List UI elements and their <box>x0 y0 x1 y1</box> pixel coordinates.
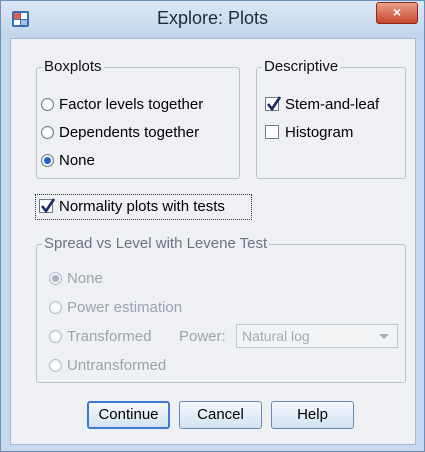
radio-label: Dependents together <box>59 123 200 141</box>
title-bar[interactable]: Explore: Plots × <box>1 1 424 37</box>
checkbox-normality-plots[interactable]: Normality plots with tests <box>39 195 225 217</box>
checkmark-icon <box>266 96 282 112</box>
checkbox-histogram[interactable]: Histogram <box>265 121 353 143</box>
checkbox-label: Normality plots with tests <box>59 197 225 215</box>
radio-label: None <box>59 151 95 169</box>
dialog-body: Boxplots Factor levels together Dependen… <box>10 38 416 445</box>
checkbox-label: Histogram <box>285 123 354 141</box>
continue-button[interactable]: Continue <box>87 401 170 429</box>
radio-selected-dot <box>52 274 59 282</box>
radio-none-boxplots[interactable]: None <box>41 149 95 171</box>
power-select-value: Natural log <box>242 328 310 344</box>
help-button[interactable]: Help <box>271 401 354 429</box>
close-icon: × <box>392 4 402 20</box>
radio-circle[interactable] <box>41 125 54 139</box>
checkbox-box[interactable] <box>265 96 282 112</box>
radio-label: Untransformed <box>67 356 167 374</box>
radio-selected-dot <box>44 156 51 164</box>
radio-circle-selected[interactable] <box>49 271 62 285</box>
descriptive-legend: Descriptive <box>262 58 341 75</box>
radio-circle[interactable] <box>49 329 62 343</box>
radio-spread-none[interactable]: None <box>49 267 103 289</box>
radio-circle[interactable] <box>41 97 54 111</box>
radio-dependents-together[interactable]: Dependents together <box>41 121 199 143</box>
cancel-button[interactable]: Cancel <box>179 401 262 429</box>
radio-label: Power estimation <box>67 298 183 316</box>
radio-circle-selected[interactable] <box>41 153 54 167</box>
checkbox-stem-and-leaf[interactable]: Stem-and-leaf <box>265 93 379 115</box>
chevron-down-icon <box>379 334 389 339</box>
boxplots-legend: Boxplots <box>42 58 104 75</box>
checkbox-box[interactable] <box>39 198 56 214</box>
checkbox-box[interactable] <box>265 125 279 139</box>
window-title: Explore: Plots <box>156 8 269 28</box>
checkmark-icon <box>40 198 56 214</box>
close-button[interactable]: × <box>376 2 418 24</box>
checkbox-label: Stem-and-leaf <box>285 95 380 113</box>
radio-power-estimation[interactable]: Power estimation <box>49 296 182 318</box>
radio-circle[interactable] <box>49 300 62 314</box>
radio-factor-levels-together[interactable]: Factor levels together <box>41 93 203 115</box>
radio-transformed[interactable]: Transformed <box>49 325 151 347</box>
spread-legend: Spread vs Level with Levene Test <box>42 235 270 252</box>
radio-label: Transformed <box>67 327 152 345</box>
power-select[interactable]: Natural log <box>236 324 398 348</box>
radio-label: None <box>67 269 103 287</box>
power-label-text: Power: <box>179 327 226 345</box>
radio-circle[interactable] <box>49 358 62 372</box>
radio-untransformed[interactable]: Untransformed <box>49 354 166 376</box>
dialog-window: Explore: Plots × Boxplots Factor levels … <box>0 0 425 452</box>
radio-label: Factor levels together <box>59 95 204 113</box>
power-label: Power: <box>179 325 226 347</box>
